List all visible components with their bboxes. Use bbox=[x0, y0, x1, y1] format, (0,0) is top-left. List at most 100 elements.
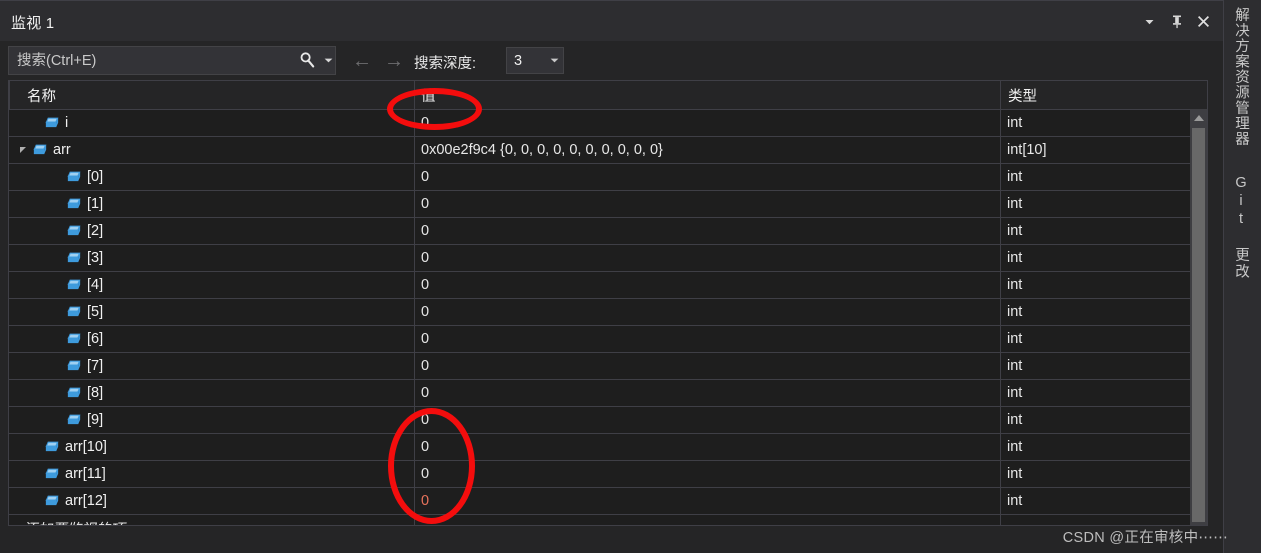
search-depth-select[interactable]: 3 bbox=[506, 47, 564, 74]
search-button[interactable] bbox=[294, 47, 321, 74]
table-row[interactable]: [7] 0 int bbox=[9, 353, 1207, 380]
column-header-type[interactable]: 类型 bbox=[1008, 85, 1037, 106]
cell-name[interactable]: [3] bbox=[9, 245, 414, 271]
chevron-down-icon bbox=[1145, 19, 1154, 24]
row-name-text: arr[12] bbox=[65, 493, 107, 509]
cell-name[interactable]: [9] bbox=[9, 407, 414, 433]
table-row[interactable]: arr[11] 0 int bbox=[9, 461, 1207, 488]
cell-type: int[10] bbox=[1007, 142, 1047, 158]
cell-name[interactable]: arr[12] bbox=[9, 488, 414, 514]
search-next-button[interactable]: → bbox=[382, 49, 406, 73]
row-name-text: arr[10] bbox=[65, 439, 107, 455]
cell-name[interactable]: arr[11] bbox=[9, 461, 414, 487]
table-row[interactable]: arr[12] 0 int bbox=[9, 488, 1207, 515]
column-header-value[interactable]: 值 bbox=[421, 85, 436, 106]
grid-header-row: 名称 值 类型 bbox=[9, 81, 1207, 110]
cell-type: int bbox=[1007, 385, 1023, 401]
search-depth-label: 搜索深度: bbox=[414, 56, 477, 72]
row-name-text: [3] bbox=[87, 250, 104, 266]
cell-name[interactable]: i bbox=[9, 110, 414, 136]
table-row[interactable]: [8] 0 int bbox=[9, 380, 1207, 407]
cell-name[interactable]: [5] bbox=[9, 299, 414, 325]
cell-name[interactable]: [2] bbox=[9, 218, 414, 244]
expander-empty bbox=[31, 461, 43, 487]
window-dropdown-button[interactable] bbox=[1137, 9, 1162, 33]
expander-empty bbox=[53, 299, 65, 325]
table-row[interactable]: [3] 0 int bbox=[9, 245, 1207, 272]
cell-value[interactable]: 0 bbox=[415, 380, 1000, 406]
add-watch-row[interactable]: 添加要监视的项 bbox=[9, 515, 1207, 525]
column-separator[interactable] bbox=[414, 81, 415, 109]
cell-value[interactable]: 0 bbox=[415, 245, 1000, 271]
search-options-button[interactable] bbox=[321, 47, 335, 74]
cell-type: int bbox=[1007, 331, 1023, 347]
cell-value[interactable]: 0 bbox=[415, 326, 1000, 352]
cell-value[interactable]: 0x00e2f9c4 {0, 0, 0, 0, 0, 0, 0, 0, 0, 0… bbox=[415, 137, 1000, 163]
row-name-text: [8] bbox=[87, 385, 104, 401]
column-header-name[interactable]: 名称 bbox=[27, 85, 56, 106]
cell-name[interactable]: [1] bbox=[9, 191, 414, 217]
table-row[interactable]: [1] 0 int bbox=[9, 191, 1207, 218]
table-row[interactable]: [5] 0 int bbox=[9, 299, 1207, 326]
cell-name[interactable]: [7] bbox=[9, 353, 414, 379]
expander-empty bbox=[53, 272, 65, 298]
cell-value[interactable]: 0 bbox=[415, 272, 1000, 298]
table-row[interactable]: [6] 0 int bbox=[9, 326, 1207, 353]
cell-name[interactable]: [0] bbox=[9, 164, 414, 190]
cell-value[interactable]: 0 bbox=[415, 164, 1000, 190]
magnifier-icon bbox=[300, 52, 315, 68]
expander-empty bbox=[53, 407, 65, 433]
table-row[interactable]: i 0 int bbox=[9, 110, 1207, 137]
row-name-text: [1] bbox=[87, 196, 104, 212]
search-input[interactable] bbox=[9, 47, 294, 74]
expander-empty bbox=[31, 110, 43, 136]
cell-type: int bbox=[1007, 196, 1023, 212]
row-name-text: [5] bbox=[87, 304, 104, 320]
cell-value[interactable]: 0 bbox=[415, 218, 1000, 244]
table-row[interactable]: arr 0x00e2f9c4 {0, 0, 0, 0, 0, 0, 0, 0, 0… bbox=[9, 137, 1207, 164]
search-box[interactable] bbox=[8, 46, 336, 75]
variable-icon bbox=[67, 360, 81, 371]
back-arrow-icon: ← bbox=[352, 50, 372, 72]
vertical-tab-solution-explorer[interactable]: 解决方案资源管理器 bbox=[1231, 7, 1252, 147]
cell-type: int bbox=[1007, 115, 1023, 131]
search-depth-value: 3 bbox=[514, 52, 523, 69]
cell-value[interactable]: 0 bbox=[415, 353, 1000, 379]
window-close-button[interactable] bbox=[1191, 9, 1216, 33]
cell-name[interactable]: arr bbox=[9, 137, 414, 163]
search-depth-caret[interactable] bbox=[546, 48, 563, 73]
cell-value[interactable]: 0 bbox=[415, 488, 1000, 514]
table-row[interactable]: [9] 0 int bbox=[9, 407, 1207, 434]
cell-value[interactable]: 0 bbox=[415, 299, 1000, 325]
column-separator[interactable] bbox=[1000, 81, 1001, 109]
cell-value[interactable]: 0 bbox=[415, 191, 1000, 217]
expander-expanded[interactable] bbox=[17, 137, 29, 163]
cell-value[interactable]: 0 bbox=[415, 407, 1000, 433]
table-row[interactable]: [0] 0 int bbox=[9, 164, 1207, 191]
variable-icon bbox=[45, 495, 59, 506]
cell-value[interactable]: 0 bbox=[415, 461, 1000, 487]
scrollbar-up-button[interactable] bbox=[1190, 109, 1207, 126]
expander-empty bbox=[53, 380, 65, 406]
cell-name[interactable]: [8] bbox=[9, 380, 414, 406]
variable-icon bbox=[45, 468, 59, 479]
grid-rows: i 0 int arr 0x00e2f9c4 {0, 0, 0, 0, 0, 0, 0,… bbox=[9, 110, 1207, 525]
vertical-scrollbar[interactable] bbox=[1190, 109, 1207, 525]
vertical-tab-git-changes[interactable]: Git 更改 bbox=[1231, 175, 1252, 280]
cell-name[interactable]: [4] bbox=[9, 272, 414, 298]
cell-name[interactable]: arr[10] bbox=[9, 434, 414, 460]
watch-window-screenshot: 监视 1 搜索(Ctrl+E) ← → 搜索深度: 3 名称 值 类型 i 0 … bbox=[0, 0, 1261, 553]
table-row[interactable]: [2] 0 int bbox=[9, 218, 1207, 245]
window-pin-button[interactable] bbox=[1164, 9, 1189, 33]
watch-toolbar: ← → 搜索深度: 3 bbox=[0, 41, 1224, 80]
variable-icon bbox=[67, 252, 81, 263]
scrollbar-thumb[interactable] bbox=[1192, 128, 1205, 522]
cell-type: int bbox=[1007, 304, 1023, 320]
cell-value[interactable]: 0 bbox=[415, 110, 1000, 136]
table-row[interactable]: [4] 0 int bbox=[9, 272, 1207, 299]
search-previous-button[interactable]: ← bbox=[350, 49, 374, 73]
cell-name[interactable]: [6] bbox=[9, 326, 414, 352]
table-row[interactable]: arr[10] 0 int bbox=[9, 434, 1207, 461]
expander-empty bbox=[31, 434, 43, 460]
cell-value[interactable]: 0 bbox=[415, 434, 1000, 460]
